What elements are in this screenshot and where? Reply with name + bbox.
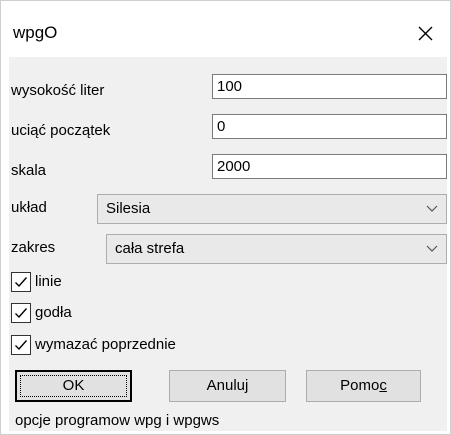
layout-label: układ [11, 199, 47, 216]
layout-dropdown-value: Silesia [106, 200, 151, 217]
scale-input[interactable]: 2000 [212, 154, 447, 179]
sheet-labels-checkbox[interactable] [11, 303, 31, 323]
close-icon[interactable] [411, 19, 439, 47]
range-dropdown-value: cała strefa [115, 240, 185, 257]
lines-checkbox-label[interactable]: linie [35, 272, 62, 292]
help-button-label: Pomo [340, 377, 380, 394]
focus-rectangle [20, 375, 127, 397]
cancel-button[interactable]: Anuluj [169, 370, 286, 402]
letter-height-label: wysokość liter [11, 82, 105, 99]
help-accelerator: c [379, 377, 387, 394]
help-button[interactable]: Pomoc [306, 370, 421, 402]
sheet-labels-checkbox-label[interactable]: godła [35, 303, 72, 323]
title-bar: wpgO [1, 1, 450, 57]
lines-checkbox[interactable] [11, 272, 31, 292]
dialog-body: wysokość liter 100 uciąć początek 0 skal… [9, 57, 447, 431]
erase-previous-checkbox[interactable] [11, 335, 31, 355]
chevron-down-icon [426, 245, 438, 252]
chevron-down-icon [426, 205, 438, 212]
layout-dropdown[interactable]: Silesia [97, 194, 447, 224]
window-title: wpgO [13, 23, 58, 42]
erase-previous-checkbox-label[interactable]: wymazać poprzednie [35, 335, 176, 355]
ok-button[interactable]: OK [15, 370, 132, 402]
trim-start-input[interactable]: 0 [212, 114, 447, 139]
letter-height-input[interactable]: 100 [212, 74, 447, 99]
scale-label: skala [11, 162, 47, 179]
range-dropdown[interactable]: cała strefa [106, 234, 447, 264]
checkmark-icon [15, 340, 28, 351]
status-text: opcje programow wpg i wpgws [15, 412, 220, 429]
trim-start-label: uciąć początek [11, 122, 111, 139]
checkmark-icon [15, 308, 28, 319]
dialog-window: wpgO wysokość liter 100 uciąć początek 0… [0, 0, 451, 435]
range-label: zakres [11, 239, 56, 256]
checkmark-icon [15, 277, 28, 288]
